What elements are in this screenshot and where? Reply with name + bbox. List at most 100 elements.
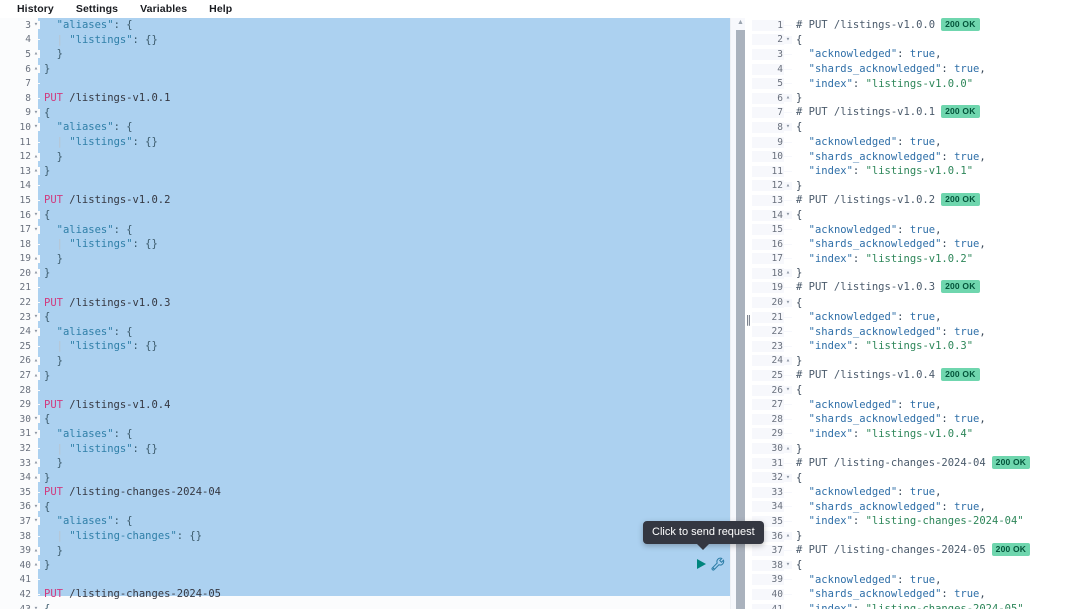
code-line[interactable]: 7 [0,76,740,91]
fold-gutter-spacer [32,302,40,304]
code-line[interactable]: 26 ▴ } [0,354,740,369]
fold-toggle-icon[interactable]: ▴ [32,152,40,161]
fold-toggle-icon[interactable]: ▾ [784,123,792,132]
fold-toggle-icon[interactable]: ▾ [32,21,40,30]
code-line[interactable]: 12 ▴ } [0,149,740,164]
code-line[interactable]: 9 ▾ { [0,106,740,121]
code-line[interactable]: 17 ▾ "aliases": { [0,222,740,237]
menu-item-history[interactable]: History [6,0,65,18]
fold-toggle-icon[interactable]: ▾ [32,225,40,234]
fold-toggle-icon[interactable]: ▴ [32,371,40,380]
code-line[interactable]: 40 ▴} [0,558,740,573]
fold-toggle-icon[interactable]: ▴ [32,50,40,59]
code-line[interactable]: 31 ▾ "aliases": { [0,427,740,442]
fold-toggle-icon[interactable]: ▴ [32,269,40,278]
code-line[interactable]: 34 ▴} [0,470,740,485]
code-line[interactable]: 20 ▴} [0,266,740,281]
code-line[interactable]: 22 PUT /listings-v1.0.3 [0,295,740,310]
code-line[interactable]: 10 ▾ "aliases": { [0,120,740,135]
code-line[interactable]: 37 ▾ "aliases": { [0,514,740,529]
fold-toggle-icon[interactable]: ▾ [32,211,40,220]
code-line[interactable]: 24 ▾ "aliases": { [0,324,740,339]
fold-toggle-icon[interactable]: ▾ [784,298,792,307]
fold-toggle-icon[interactable]: ▴ [784,181,792,190]
code-line[interactable]: 41 [0,573,740,588]
code-line[interactable]: 3 ▾ "aliases": { [0,18,740,33]
fold-toggle-icon[interactable]: ▾ [784,561,792,570]
fold-toggle-icon[interactable]: ▴ [32,356,40,365]
menu-item-settings[interactable]: Settings [65,0,129,18]
code-line[interactable]: 6 ▴} [0,62,740,77]
line-number: 2 [752,34,784,46]
fold-toggle-icon[interactable]: ▴ [784,269,792,278]
fold-toggle-icon[interactable]: ▾ [32,108,40,117]
code-line[interactable]: 4 | "listings": {} [0,33,740,48]
response-editor[interactable]: 1 # PUT /listings-v1.0.0 200 OK 2 ▾{3 "ackno… [752,18,1080,614]
fold-toggle-icon[interactable]: ▴ [32,459,40,468]
code-line[interactable]: 35 PUT /listing-changes-2024-04 [0,485,740,500]
fold-toggle-icon[interactable]: ▴ [32,561,40,570]
collapse-all-icon[interactable]: ▲ [736,19,745,26]
code-line[interactable]: 15 PUT /listings-v1.0.2 [0,193,740,208]
code-line[interactable]: 13 ▴} [0,164,740,179]
fold-toggle-icon[interactable]: ▾ [32,123,40,132]
fold-toggle-icon[interactable]: ▾ [32,313,40,322]
code-line[interactable]: 39 ▴ } [0,543,740,558]
code-line-text: | "listings": {} [56,442,158,455]
code-line[interactable]: 30 ▾ { [0,412,740,427]
wrench-icon[interactable] [711,557,725,571]
code-line-text: | "listing-changes": {} [56,530,203,543]
fold-toggle-icon[interactable]: ▴ [32,473,40,482]
code-line[interactable]: 19 ▴ } [0,252,740,267]
fold-toggle-icon[interactable]: ▾ [784,211,792,220]
fold-toggle-icon[interactable]: ▴ [32,254,40,263]
fold-toggle-icon[interactable]: ▴ [32,546,40,555]
request-editor[interactable]: 3 ▾ "aliases": {4 | "listings": {} 5 ▴ } 6 ▴}… [0,18,740,614]
pane-splitter-grip-icon[interactable]: ‖ [744,314,752,326]
fold-toggle-icon[interactable]: ▴ [784,532,792,541]
fold-toggle-icon[interactable]: ▴ [784,444,792,453]
code-line[interactable]: 11 | "listings": {} [0,135,740,150]
line-number: 26 [752,384,784,396]
code-line[interactable]: 33 ▴ } [0,456,740,471]
code-line: 19 # PUT /listings-v1.0.3 200 OK [752,280,1080,296]
code-line-text: "shards_acknowledged": true, [808,63,986,76]
code-line[interactable]: 16 ▾ { [0,208,740,223]
code-line[interactable]: 23 ▾ { [0,310,740,325]
fold-toggle-icon[interactable]: ▾ [784,473,792,482]
code-line[interactable]: 32 | "listings": {} [0,441,740,456]
line-number: 42 [0,588,32,600]
code-line[interactable]: 14 [0,179,740,194]
fold-toggle-icon[interactable]: ▾ [32,327,40,336]
code-line[interactable]: 28 [0,383,740,398]
code-line[interactable]: 5 ▴ } [0,47,740,62]
request-code-lines[interactable]: 3 ▾ "aliases": {4 | "listings": {} 5 ▴ } 6 ▴}… [0,18,740,614]
code-line: 20 ▾ { [752,295,1080,310]
code-line[interactable]: 27 ▴} [0,368,740,383]
fold-toggle-icon[interactable]: ▾ [32,517,40,526]
line-number: 11 [0,136,32,148]
fold-toggle-icon[interactable]: ▾ [32,415,40,424]
fold-toggle-icon[interactable]: ▴ [32,167,40,176]
menu-item-variables[interactable]: Variables [129,0,198,18]
code-line[interactable]: 21 [0,281,740,296]
code-line[interactable]: 29 PUT /listings-v1.0.4 [0,397,740,412]
code-line[interactable]: 38 | "listing-changes": {} [0,529,740,544]
code-line[interactable]: 42 PUT /listing-changes-2024-05 [0,587,740,602]
fold-toggle-icon[interactable]: ▾ [32,429,40,438]
send-request-play-icon[interactable] [697,559,706,569]
fold-toggle-icon[interactable]: ▾ [784,35,792,44]
code-line[interactable]: 25 | "listings": {} [0,339,740,354]
code-line[interactable]: 18 | "listings": {} [0,237,740,252]
fold-toggle-icon[interactable]: ▴ [784,94,792,103]
code-line[interactable]: 36 ▾ { [0,500,740,515]
code-line: 13 # PUT /listings-v1.0.2 200 OK [752,192,1080,208]
fold-toggle-icon[interactable]: ▾ [784,386,792,395]
fold-toggle-icon[interactable]: ▾ [32,502,40,511]
fold-toggle-icon[interactable]: ▴ [32,65,40,74]
menu-item-help[interactable]: Help [198,0,243,18]
code-line[interactable]: 8 PUT /listings-v1.0.1 [0,91,740,106]
code-line-text: "acknowledged": true, [808,223,942,236]
line-number: 3 [0,19,32,31]
fold-toggle-icon[interactable]: ▴ [784,356,792,365]
